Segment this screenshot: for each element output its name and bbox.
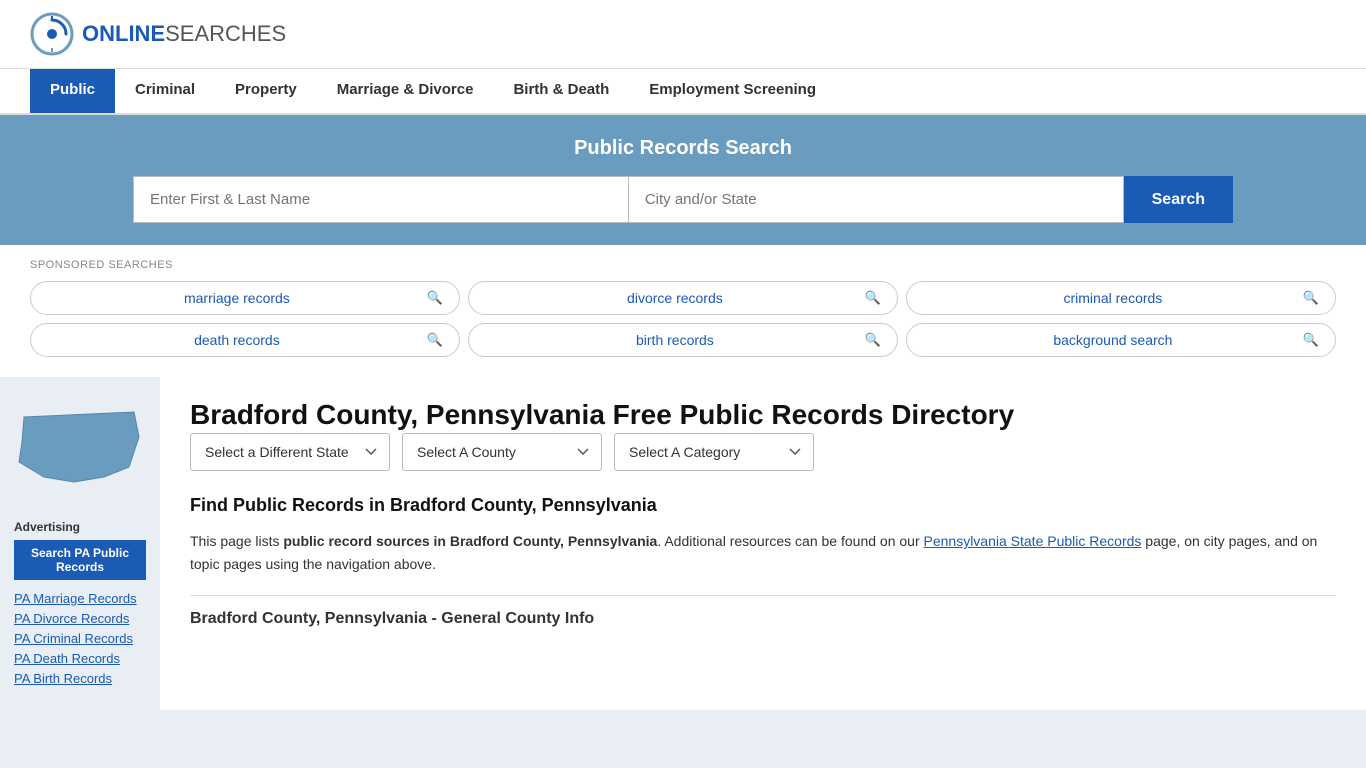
sponsored-item-divorce[interactable]: divorce records 🔍 (468, 281, 898, 315)
search-banner: Public Records Search Search (0, 115, 1366, 245)
nav-item-marriage-divorce[interactable]: Marriage & Divorce (317, 69, 494, 113)
list-item: PA Marriage Records (14, 590, 146, 606)
description-part2: . Additional resources can be found on o… (657, 533, 923, 549)
list-item: PA Divorce Records (14, 610, 146, 626)
search-button[interactable]: Search (1124, 176, 1233, 223)
search-banner-title: Public Records Search (30, 137, 1336, 160)
logo[interactable]: ONLINESEARCHES (30, 12, 286, 56)
search-icon-5: 🔍 (1303, 332, 1319, 348)
description-text: This page lists public record sources in… (190, 530, 1336, 575)
site-header: ONLINESEARCHES (0, 0, 1366, 69)
state-dropdown[interactable]: Select a Different State (190, 433, 390, 471)
search-icon-1: 🔍 (865, 290, 881, 306)
county-dropdown[interactable]: Select A County (402, 433, 602, 471)
sponsored-item-birth[interactable]: birth records 🔍 (468, 323, 898, 357)
county-info-title: Bradford County, Pennsylvania - General … (190, 595, 1336, 628)
pa-criminal-link[interactable]: PA Criminal Records (14, 631, 133, 646)
search-form: Search (133, 176, 1233, 223)
nav-item-birth-death[interactable]: Birth & Death (493, 69, 629, 113)
dropdowns-row: Select a Different State Select A County… (190, 433, 1336, 471)
sponsored-grid: marriage records 🔍 divorce records 🔍 cri… (30, 281, 1336, 357)
pa-birth-link[interactable]: PA Birth Records (14, 671, 112, 686)
search-icon-0: 🔍 (427, 290, 443, 306)
pennsylvania-map-icon (14, 397, 144, 497)
sidebar: Advertising Search PA Public Records PA … (0, 377, 160, 710)
main-nav: Public Criminal Property Marriage & Divo… (0, 69, 1366, 115)
nav-item-public[interactable]: Public (30, 69, 115, 113)
pa-divorce-link[interactable]: PA Divorce Records (14, 611, 129, 626)
ad-search-pa-button[interactable]: Search PA Public Records (14, 540, 146, 580)
list-item: PA Death Records (14, 650, 146, 666)
sponsored-item-marriage[interactable]: marriage records 🔍 (30, 281, 460, 315)
sponsored-item-background[interactable]: background search 🔍 (906, 323, 1336, 357)
find-records-title: Find Public Records in Bradford County, … (190, 495, 1336, 516)
main-content: Advertising Search PA Public Records PA … (0, 377, 1366, 710)
state-map (14, 397, 146, 500)
description-bold1: public record sources in Bradford County… (283, 533, 657, 549)
pa-death-link[interactable]: PA Death Records (14, 651, 120, 666)
search-icon-3: 🔍 (427, 332, 443, 348)
logo-icon (30, 12, 74, 56)
sponsored-section: SPONSORED SEARCHES marriage records 🔍 di… (0, 245, 1366, 377)
sidebar-links: PA Marriage Records PA Divorce Records P… (14, 590, 146, 686)
nav-item-property[interactable]: Property (215, 69, 317, 113)
sponsored-label: SPONSORED SEARCHES (30, 259, 1336, 271)
name-input[interactable] (133, 176, 628, 223)
search-icon-4: 🔍 (865, 332, 881, 348)
content-area: Bradford County, Pennsylvania Free Publi… (160, 377, 1366, 710)
category-dropdown[interactable]: Select A Category (614, 433, 814, 471)
search-icon-2: 🔍 (1303, 290, 1319, 306)
page-title: Bradford County, Pennsylvania Free Publi… (190, 397, 1336, 433)
list-item: PA Criminal Records (14, 630, 146, 646)
advertising-label: Advertising (14, 520, 146, 534)
sponsored-item-criminal[interactable]: criminal records 🔍 (906, 281, 1336, 315)
nav-item-employment[interactable]: Employment Screening (629, 69, 836, 113)
sponsored-item-death[interactable]: death records 🔍 (30, 323, 460, 357)
nav-item-criminal[interactable]: Criminal (115, 69, 215, 113)
logo-text: ONLINESEARCHES (82, 21, 286, 47)
pa-state-link[interactable]: Pennsylvania State Public Records (924, 533, 1142, 549)
description-part1: This page lists (190, 533, 283, 549)
pa-marriage-link[interactable]: PA Marriage Records (14, 591, 137, 606)
list-item: PA Birth Records (14, 670, 146, 686)
location-input[interactable] (628, 176, 1124, 223)
